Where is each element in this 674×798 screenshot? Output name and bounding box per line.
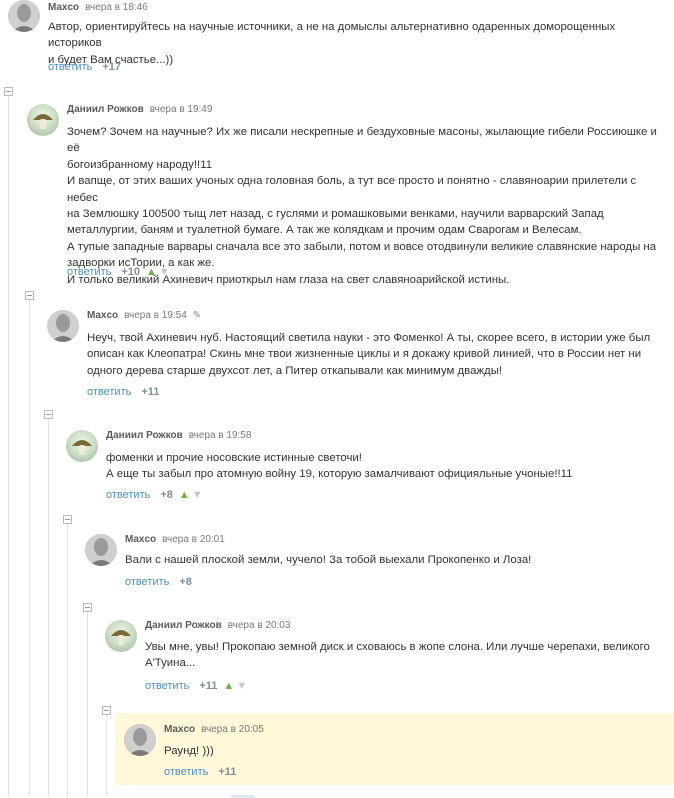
avatar[interactable]	[66, 430, 98, 462]
avatar[interactable]	[47, 310, 79, 342]
thumbs-up-icon[interactable]: ▲	[179, 489, 190, 501]
comment-line: Вали с нашей плоской земли, чучело! За т…	[125, 554, 532, 566]
comment-score: +11	[199, 680, 218, 692]
thread-line	[48, 416, 49, 796]
avatar[interactable]	[124, 724, 156, 756]
comment-score: +11	[141, 386, 160, 398]
reply-link[interactable]: ответить	[106, 489, 150, 501]
comment-line: Автор, ориентируйтесь на научные источни…	[48, 21, 616, 50]
comment-text: Вали с нашей плоской земли, чучело! За т…	[125, 552, 665, 568]
author-name[interactable]: Maxco	[164, 724, 195, 735]
comment-actions: ответить +11	[164, 766, 242, 778]
comment-score: +10	[121, 266, 141, 278]
comment-date[interactable]: вчера в 20:05	[201, 724, 264, 735]
reply-link[interactable]: ответить	[145, 680, 189, 692]
comment: Даниил Рожков вчера в 20:03 Увы мне, увы!…	[105, 620, 665, 700]
comment-line: А тупые западные варвары сначала все это…	[67, 240, 657, 253]
comment-line: Зочем? Зочем на научные? Их же писали не…	[67, 126, 657, 155]
comment: Maxco вчера в 20:05 Раунд! ))) ответить +1…	[124, 724, 664, 782]
comment-actions: ответить +8	[125, 576, 198, 588]
comment-actions: ответить +11	[87, 386, 165, 398]
author-name[interactable]: Даниил Рожков	[67, 104, 144, 115]
comment-meta: Maxco вчера в 19:54 ✎	[87, 310, 201, 321]
reply-link[interactable]: ответить	[125, 576, 169, 588]
reply-link[interactable]: ответить	[67, 266, 111, 278]
comment: Maxco вчера в 18:46 Автор, ориентируйтесь…	[8, 0, 668, 80]
collapse-toggle-icon[interactable]	[4, 87, 13, 96]
comment-line: И вапще, от этих ваших учоных одна голов…	[67, 175, 637, 204]
comment-line: Неуч, твой Ахиневич нуб. Настоящий свети…	[87, 332, 651, 344]
comment-line: Раунд! )))	[164, 745, 214, 757]
author-name[interactable]: Даниил Рожков	[145, 620, 222, 631]
comment-line: и будет Вам счастье...))	[48, 53, 174, 66]
comment-line: металлургии, баням и туалетной бумаге. А…	[67, 224, 582, 237]
avatar[interactable]	[85, 534, 117, 566]
pencil-icon[interactable]: ✎	[193, 310, 201, 321]
comment-meta: Maxco вчера в 18:46	[48, 2, 148, 13]
comment-text: Зочем? Зочем на научные? Их же писали не…	[67, 124, 667, 288]
comment-date[interactable]: вчера в 19:58	[189, 430, 252, 441]
comment-actions: ответить +17	[48, 61, 127, 73]
collapse-toggle-icon[interactable]	[83, 603, 92, 612]
comment-date[interactable]: вчера в 20:03	[228, 620, 291, 631]
comment-text: Неуч, твой Ахиневич нуб. Настоящий свети…	[87, 330, 667, 379]
reply-link[interactable]: ответить	[164, 766, 208, 778]
avatar[interactable]	[8, 0, 40, 32]
avatar[interactable]	[27, 104, 59, 136]
comment-line: описан как Клеопатра! Скинь мне твои жиз…	[87, 348, 642, 361]
collapse-toggle-icon[interactable]	[102, 706, 111, 715]
comment-line: фоменки и прочие носовские истинные свет…	[106, 452, 362, 464]
comment: Maxco вчера в 19:54 ✎ Неуч, твой Ахиневич …	[47, 310, 667, 402]
comment-meta: Даниил Рожков вчера в 20:03	[145, 620, 290, 631]
comment: Maxco вчера в 20:01 Вали с нашей плоской …	[85, 534, 665, 594]
collapse-toggle-icon[interactable]	[44, 410, 53, 419]
comment: Даниил Рожков вчера в 19:49 Зочем? Зочем …	[27, 104, 667, 286]
thread-line	[87, 610, 88, 796]
comment-meta: Maxco вчера в 20:05	[164, 724, 264, 735]
comment-meta: Даниил Рожков вчера в 19:58	[106, 430, 251, 441]
comment-date[interactable]: вчера в 19:49	[150, 104, 213, 115]
comment-text: Раунд! )))	[164, 743, 664, 759]
comment-date[interactable]: вчера в 18:46	[85, 2, 148, 13]
thread-line	[8, 96, 9, 796]
reply-link[interactable]: ответить	[48, 61, 92, 73]
thread-line	[106, 714, 107, 796]
comment-date[interactable]: вчера в 20:01	[162, 534, 225, 545]
author-name[interactable]: Maxco	[48, 2, 79, 13]
comment-score: +11	[218, 766, 237, 778]
thumbs-up-icon[interactable]: ▲	[146, 266, 157, 278]
comment-line: А еще ты забыл про атомную войну 19, кот…	[106, 468, 573, 481]
thread-line	[67, 522, 68, 796]
comment-line: богоизбранному народу!!11	[67, 158, 213, 171]
comment-text: фоменки и прочие носовские истинные свет…	[106, 450, 666, 483]
comment-text: Автор, ориентируйтесь на научные источни…	[48, 19, 668, 68]
author-name[interactable]: Даниил Рожков	[106, 430, 183, 441]
comment: Даниил Рожков вчера в 19:58 фоменки и про…	[66, 430, 666, 506]
comment-actions: ответить +10 ▲ ▼	[67, 266, 172, 278]
collapse-toggle-icon[interactable]	[63, 515, 72, 524]
reply-link[interactable]: ответить	[87, 386, 131, 398]
comment-meta: Maxco вчера в 20:01	[125, 534, 225, 545]
collapse-toggle-icon[interactable]	[25, 291, 34, 300]
comment-line: одного дерева старше двухсот лет, а Пите…	[87, 364, 503, 377]
author-name[interactable]: Maxco	[125, 534, 156, 545]
comment-line: Увы мне, увы! Прокопаю земной диск и схо…	[145, 641, 650, 653]
thumbs-down-icon[interactable]: ▼	[192, 489, 203, 501]
author-name[interactable]: Maxco	[87, 310, 118, 321]
comment-line: А'Туина...	[145, 657, 196, 670]
comment-line: на Землюшку 100500 тыщ лет назад, с гусл…	[67, 208, 604, 221]
thumbs-down-icon[interactable]: ▼	[236, 680, 247, 692]
comment-meta: Даниил Рожков вчера в 19:49	[67, 104, 212, 115]
thread-line	[29, 298, 30, 796]
comment-actions: ответить +11 ▲ ▼	[145, 680, 249, 692]
comment-score: +8	[179, 576, 192, 588]
thumbs-up-icon[interactable]: ▲	[223, 680, 234, 692]
comment-actions: ответить +8 ▲ ▼	[106, 489, 205, 501]
comment-date[interactable]: вчера в 19:54	[124, 310, 187, 321]
avatar[interactable]	[105, 620, 137, 652]
comment-text: Увы мне, увы! Прокопаю земной диск и схо…	[145, 639, 665, 672]
comment-score: +8	[160, 489, 173, 501]
comment-score: +17	[102, 61, 122, 73]
thumbs-down-icon[interactable]: ▼	[159, 266, 170, 278]
